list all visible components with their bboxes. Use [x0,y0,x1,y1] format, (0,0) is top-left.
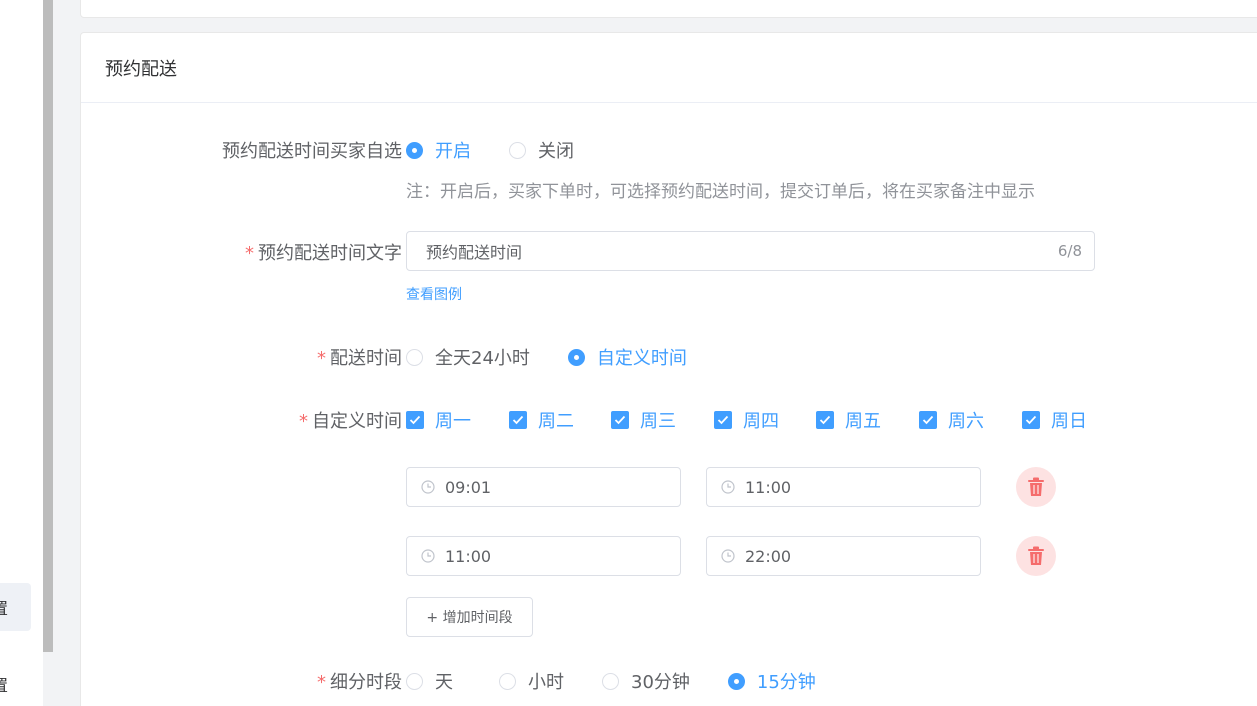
check-icon [1022,411,1040,429]
slot-2-end-input[interactable]: 22:00 [706,536,981,576]
check-icon [509,411,527,429]
checkbox-label: 周一 [435,411,471,432]
day-checkbox-7[interactable]: 周日 [1022,407,1087,433]
scrollbar-thumb[interactable] [43,0,53,652]
subdivision-label: * 细分时段 [102,668,402,694]
subdivision-radio-group: 天 小时 30分钟 15分钟 [406,668,816,694]
radio-disable[interactable]: 关闭 [509,137,574,163]
label-text: 细分时段 [330,672,402,693]
clock-icon [721,480,735,494]
delivery-time-label: * 配送时间 [102,344,402,370]
checkbox-label: 周二 [538,411,574,432]
time-text-field: 预约配送时间 6/8 [406,231,1095,271]
buyer-select-label: 预约配送时间买家自选 [222,141,402,162]
slot-1-end-input[interactable]: 11:00 [706,467,981,507]
nav-item-settings-active[interactable]: 置 [0,583,31,631]
checkbox-label: 周五 [845,411,881,432]
radio-custom-time[interactable]: 自定义时间 [567,344,687,370]
check-icon [919,411,937,429]
day-checkbox-3[interactable]: 周三 [611,407,676,433]
previous-card [80,0,1257,18]
subdivision-radio-1[interactable]: 天 [406,668,453,694]
required-mark: * [245,243,254,264]
trash-icon [1028,477,1044,496]
subdivision-radio-3[interactable]: 30分钟 [602,668,690,694]
char-counter: 6/8 [1057,242,1082,260]
radio-label: 小时 [528,672,564,693]
view-example-link[interactable]: 查看图例 [406,284,462,304]
checkbox-label: 周四 [743,411,779,432]
radio-dot [406,141,423,159]
clock-icon [421,480,435,494]
radio-label: 30分钟 [631,672,690,693]
day-checkbox-2[interactable]: 周二 [509,407,574,433]
time-value: 11:00 [445,546,492,566]
day-checkbox-6[interactable]: 周六 [919,407,984,433]
time-value: 22:00 [745,546,792,566]
check-icon [611,411,629,429]
checkbox-label: 周三 [640,411,676,432]
checkbox-label: 周日 [1051,411,1087,432]
radio-dot [602,672,619,690]
nav-item-settings[interactable]: 置 [0,660,31,706]
label-text: 配送时间 [330,348,402,369]
input-value: 预约配送时间 [426,243,523,262]
day-checkbox-1[interactable]: 周一 [406,407,471,433]
slot-1-start-input[interactable]: 09:01 [406,467,681,507]
clock-icon [721,549,735,563]
required-mark: * [299,411,308,432]
time-value: 11:00 [745,477,792,497]
custom-time-label: * 自定义时间 [102,407,402,433]
clock-icon [421,549,435,563]
buyer-select-note: 注：开启后，买家下单时，可选择预约配送时间，提交订单后，将在买家备注中显示 [406,182,1035,202]
check-icon [406,411,424,429]
weekday-checkbox-group: 周一 周二 周三 周四 周五 周六 周日 [406,407,1087,433]
checkbox-label: 周六 [948,411,984,432]
required-mark: * [317,348,326,369]
buyer-select-radio-group: 开启 关闭 [406,137,574,163]
radio-dot [499,672,516,690]
nav-item-label: 置 [0,599,9,618]
label-text: 自定义时间 [312,411,402,432]
add-time-slot-button[interactable]: + 增加时间段 [406,597,533,637]
section-title: 预约配送 [81,33,1257,103]
radio-dot [406,348,423,366]
delivery-time-radio-group: 全天24小时 自定义时间 [406,344,687,370]
nav-item-label: 置 [0,676,9,695]
radio-label: 天 [435,672,453,693]
radio-dot [727,672,745,690]
subdivision-radio-4[interactable]: 15分钟 [727,668,816,694]
check-icon [714,411,732,429]
delete-slot-2-button[interactable] [1016,536,1056,576]
radio-label: 开启 [435,141,471,162]
day-checkbox-4[interactable]: 周四 [714,407,779,433]
radio-label: 15分钟 [756,672,816,693]
sidebar-scrollbar[interactable] [43,0,53,706]
time-text-input[interactable]: 预约配送时间 6/8 [406,231,1095,271]
delete-slot-1-button[interactable] [1016,467,1056,507]
radio-label: 关闭 [538,141,574,162]
check-icon [816,411,834,429]
radio-enable[interactable]: 开启 [406,137,471,163]
time-value: 09:01 [445,477,492,497]
slot-2-start-input[interactable]: 11:00 [406,536,681,576]
subdivision-radio-2[interactable]: 小时 [499,668,564,694]
radio-dot [567,348,585,366]
radio-all-day[interactable]: 全天24小时 [406,344,530,370]
required-mark: * [317,672,326,693]
label-text: 预约配送时间文字 [258,243,402,264]
radio-dot [509,141,526,159]
day-checkbox-5[interactable]: 周五 [816,407,881,433]
left-nav: 置 置 [0,0,43,706]
trash-icon [1028,546,1044,565]
radio-label: 全天24小时 [435,348,530,369]
scheduled-delivery-card: 预约配送 预约配送时间买家自选 开启 关闭 注：开启后，买家下单时，可选择预约配… [80,32,1257,706]
time-text-label: * 预约配送时间文字 [102,239,402,265]
radio-label: 自定义时间 [596,348,687,369]
radio-dot [406,672,423,690]
